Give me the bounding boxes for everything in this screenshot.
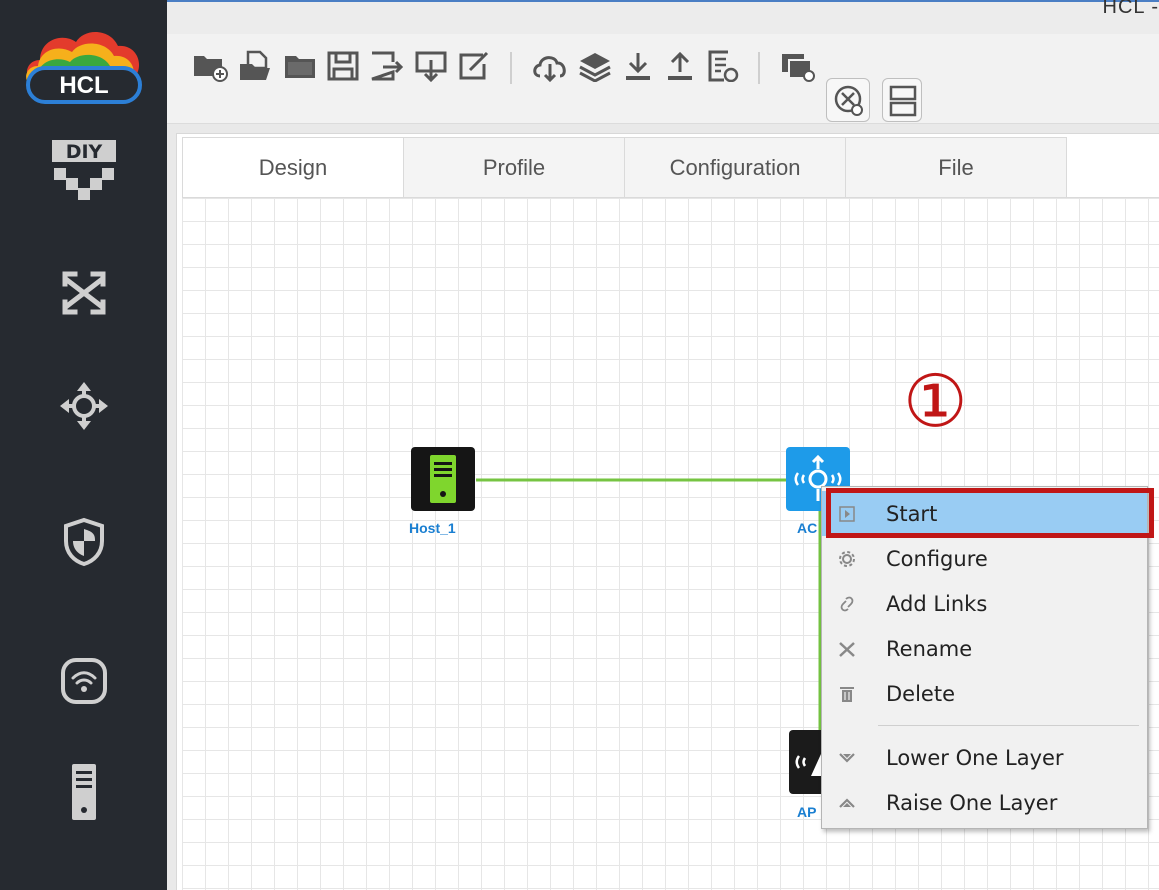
hcl-app: HCL DIY HCL - Design Profile Configurati… xyxy=(0,0,1159,890)
gear-icon xyxy=(822,550,872,568)
menu-item-raise-one-layer[interactable]: Raise One Layer xyxy=(822,780,1147,825)
link-icon xyxy=(822,595,872,613)
menu-item-label: Add Links xyxy=(886,591,988,616)
menu-item-delete[interactable]: Delete xyxy=(822,671,1147,716)
menu-item-label: Delete xyxy=(886,681,955,706)
ap-label: AP xyxy=(797,804,817,820)
menu-item-configure[interactable]: Configure xyxy=(822,536,1147,581)
device-host-1[interactable] xyxy=(411,447,475,516)
menu-item-lower-one-layer[interactable]: Lower One Layer xyxy=(822,735,1147,780)
menu-item-label: Lower One Layer xyxy=(886,745,1064,770)
start-highlight-box xyxy=(826,488,1154,538)
chevron-up-icon xyxy=(822,797,872,809)
chevron-down-icon xyxy=(822,752,872,764)
host-device-icon xyxy=(411,447,475,511)
menu-item-label: Raise One Layer xyxy=(886,790,1058,815)
step-marker: ① xyxy=(903,359,968,443)
ac-label: AC xyxy=(797,520,818,536)
menu-item-rename[interactable]: Rename xyxy=(822,626,1147,671)
menu-item-label: Rename xyxy=(886,636,973,661)
menu-item-label: Configure xyxy=(886,546,988,571)
menu-item-add-links[interactable]: Add Links xyxy=(822,581,1147,626)
tools-icon xyxy=(822,640,872,658)
host-label: Host_1 xyxy=(409,520,456,536)
menu-separator xyxy=(878,725,1139,726)
trash-icon xyxy=(822,685,872,703)
